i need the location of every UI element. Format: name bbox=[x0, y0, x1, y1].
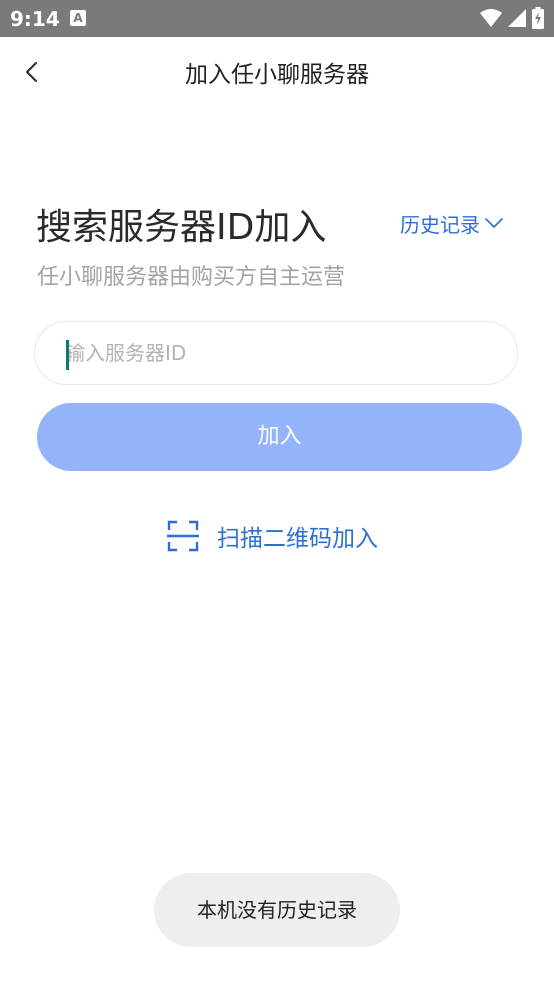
server-id-input[interactable] bbox=[65, 322, 495, 384]
server-id-field[interactable] bbox=[34, 321, 518, 385]
chevron-down-icon bbox=[485, 218, 503, 228]
qr-scan-icon bbox=[167, 520, 199, 552]
subtitle: 任小聊服务器由购买方自主运营 bbox=[37, 265, 346, 290]
battery-icon bbox=[532, 7, 544, 29]
toast-message: 本机没有历史记录 bbox=[154, 873, 400, 947]
join-button[interactable]: 加入 bbox=[37, 403, 522, 471]
notification-app-icon: A bbox=[70, 10, 86, 26]
history-dropdown[interactable]: 历史记录 bbox=[400, 209, 504, 237]
status-time: 9:14 bbox=[10, 7, 60, 31]
page-title: 加入任小聊服务器 bbox=[185, 62, 369, 88]
text-cursor bbox=[66, 340, 69, 370]
cellular-signal-icon bbox=[508, 9, 526, 27]
status-indicators bbox=[480, 6, 544, 30]
status-bar: 9:14 A bbox=[0, 0, 554, 37]
search-heading: 搜索服务器ID加入 bbox=[36, 207, 327, 248]
scan-qr-button[interactable]: 扫描二维码加入 bbox=[167, 518, 378, 554]
history-label: 历史记录 bbox=[400, 212, 480, 237]
scan-qr-label: 扫描二维码加入 bbox=[217, 526, 378, 552]
wifi-icon bbox=[480, 9, 502, 27]
toolbar: 加入任小聊服务器 bbox=[0, 37, 554, 105]
